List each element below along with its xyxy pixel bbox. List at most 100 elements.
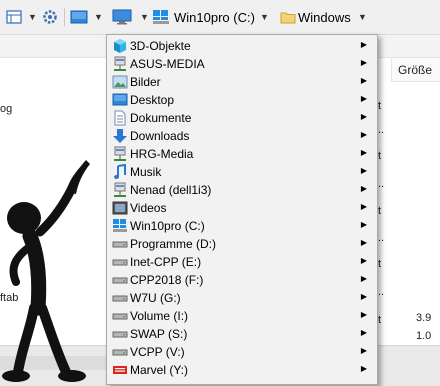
menu-item-nenad-dell1i3[interactable]: Nenad (dell1i3) ▶ [107,181,377,199]
menu-item-marvel-y[interactable]: Marvel (Y:) ▶ [107,361,377,379]
breadcrumb-drive[interactable]: Win10pro (C:) [174,10,255,25]
file-column-fragment: t [378,100,382,112]
music-note-icon [114,164,126,179]
file-column-fragment: t [378,205,382,217]
menu-item-label: W7U (G:) [130,291,181,305]
file-name-fragment: og [0,103,13,115]
menu-item-3d-objects[interactable]: 3D-Objekte ▶ [107,37,377,55]
menu-item-label: 3D-Objekte [130,39,191,53]
menu-item-label: Win10pro (C:) [130,219,205,233]
submenu-arrow-icon: ▶ [360,364,367,373]
file-column-fragment: t [378,314,382,326]
windows-drive-icon[interactable] [152,0,170,34]
chevron-down-icon[interactable]: ▼ [260,12,269,22]
view-layout-icon[interactable] [6,0,22,34]
menu-item-label: Musik [130,165,162,179]
chevron-down-icon[interactable]: ▼ [94,12,103,22]
menu-item-vcpp-v[interactable]: VCPP (V:) ▶ [107,343,377,361]
network-drive-icon [114,56,126,71]
desktop-icon [112,93,128,106]
drive-icon [112,277,128,284]
network-drive-icon [114,146,126,161]
menu-item-asus-media[interactable]: ASUS-MEDIA ▶ [107,55,377,73]
menu-item-swap-s[interactable]: SWAP (S:) ▶ [107,325,377,343]
file-column-fragment: t [378,258,382,270]
menu-item-volume-i[interactable]: Volume (I:) ▶ [107,307,377,325]
this-pc-monitor-icon[interactable] [112,0,132,34]
menu-item-label: Desktop [130,93,175,107]
menu-item-label: ASUS-MEDIA [130,57,205,71]
file-column-fragment: .. [378,286,385,298]
menu-item-label: Inet-CPP (E:) [130,255,202,269]
file-size-value: 3.9 [416,312,432,324]
column-header-size[interactable]: Größe [391,58,440,82]
desktop-icon[interactable] [70,0,88,34]
gear-icon[interactable] [42,0,58,34]
menu-item-label: Videos [130,201,167,215]
cube-3d-icon [114,39,126,53]
menu-item-label: Nenad (dell1i3) [130,183,212,197]
menu-item-desktop[interactable]: Desktop ▶ [107,91,377,109]
menu-item-label: HRG-Media [130,147,194,161]
drive-icon [112,295,128,302]
submenu-arrow-icon: ▶ [360,256,367,265]
chevron-down-icon[interactable]: ▼ [28,12,37,22]
chevron-down-icon[interactable]: ▼ [358,12,367,22]
menu-item-label: Bilder [130,75,161,89]
drive-icon [112,241,128,248]
drive-icon [112,259,128,266]
breadcrumb-folder[interactable]: Windows [298,10,351,25]
network-drive-icon [114,182,126,197]
submenu-arrow-icon: ▶ [360,220,367,229]
menu-item-w7u-g[interactable]: W7U (G:) ▶ [107,289,377,307]
menu-item-pictures[interactable]: Bilder ▶ [107,73,377,91]
menu-item-downloads[interactable]: Downloads ▶ [107,127,377,145]
submenu-arrow-icon: ▶ [360,58,367,67]
submenu-arrow-icon: ▶ [360,274,367,283]
menu-item-music[interactable]: Musik ▶ [107,163,377,181]
toolbar-separator [64,8,65,26]
menu-item-inet-cpp-e[interactable]: Inet-CPP (E:) ▶ [107,253,377,271]
menu-item-label: Programme (D:) [130,237,217,251]
file-column-fragment: .. [378,178,385,190]
download-arrow-icon [113,129,127,143]
menu-item-documents[interactable]: Dokumente ▶ [107,109,377,127]
submenu-arrow-icon: ▶ [360,202,367,211]
menu-item-programme-d[interactable]: Programme (D:) ▶ [107,235,377,253]
submenu-arrow-icon: ▶ [360,76,367,85]
windows-drive-icon [113,219,127,232]
file-size-value: 1.0 [416,330,432,342]
menu-item-win10pro-c[interactable]: Win10pro (C:) ▶ [107,217,377,235]
this-pc-dropdown-menu: 3D-Objekte ▶ ASUS-MEDIA ▶ Bilder ▶ Deskt… [106,34,378,385]
submenu-arrow-icon: ▶ [360,112,367,121]
menu-item-label: Volume (I:) [130,309,189,323]
submenu-arrow-icon: ▶ [360,346,367,355]
submenu-arrow-icon: ▶ [360,328,367,337]
menu-item-label: Downloads [130,129,190,143]
file-column-fragment: .. [378,232,385,244]
chevron-down-icon[interactable]: ▼ [140,12,149,22]
pictures-icon [112,75,128,89]
menu-item-label: Marvel (Y:) [130,363,189,377]
drive-icon [112,349,128,356]
file-column-fragment: .. [378,124,385,136]
drive-icon [112,313,128,320]
submenu-arrow-icon: ▶ [360,292,367,301]
submenu-arrow-icon: ▶ [360,184,367,193]
submenu-arrow-icon: ▶ [360,130,367,139]
submenu-arrow-icon: ▶ [360,148,367,157]
documents-icon [114,110,126,126]
submenu-arrow-icon: ▶ [360,94,367,103]
folder-icon [280,0,296,34]
menu-item-hrg-media[interactable]: HRG-Media ▶ [107,145,377,163]
menu-item-label: VCPP (V:) [130,345,185,359]
menu-item-label: CPP2018 (F:) [130,273,204,287]
submenu-arrow-icon: ▶ [360,310,367,319]
menu-item-label: SWAP (S:) [130,327,188,341]
drive-icon [112,331,128,338]
address-toolbar: ▼ ▼ ▼ Win10pro (C:) ▼ Windows ▼ [0,0,440,35]
menu-item-cpp2018-f[interactable]: CPP2018 (F:) ▶ [107,271,377,289]
marvel-drive-icon [113,366,127,374]
menu-item-label: Dokumente [130,111,192,125]
menu-item-videos[interactable]: Videos ▶ [107,199,377,217]
